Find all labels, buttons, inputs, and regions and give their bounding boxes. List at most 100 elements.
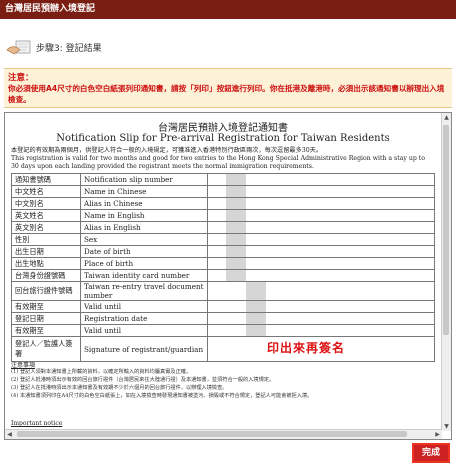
row-label-chinese: 中文姓名: [11, 185, 81, 198]
row-label-english: Taiwan identity card number: [80, 269, 208, 282]
redaction-block: [226, 198, 246, 209]
row-label-english: Alias in Chinese: [80, 197, 208, 210]
notification-slip-frame[interactable]: 台灣居民預辦入境登記通知書 Notification Slip for Pre-…: [4, 112, 452, 440]
row-label-english: Registration date: [80, 312, 208, 325]
row-value-redacted: [207, 209, 435, 222]
slip-row: 英文別名 Alias in English: [11, 221, 435, 234]
row-label-chinese: 登記日期: [11, 312, 81, 325]
row-value-redacted: [207, 233, 435, 246]
note-item: (3) 登記人在抵港時須出示本通知書及有效期不少於六個月的回台旅行證件，以辦理入…: [11, 385, 228, 391]
row-value-redacted: [207, 281, 435, 301]
redaction-block: [246, 301, 266, 312]
signature-row: 登記人／監護人簽署 Signature of registrant/guardi…: [11, 336, 435, 362]
row-label-english: Taiwan re-entry travel document number: [80, 281, 208, 301]
row-label-english: Valid until: [80, 300, 208, 313]
notification-slip: 台灣居民預辦入境登記通知書 Notification Slip for Pre-…: [5, 113, 441, 431]
redaction-block: [226, 210, 246, 221]
slip-row: 有效期至 Valid until: [11, 300, 435, 313]
row-label-english: Date of birth: [80, 245, 208, 258]
notice-title: 注意：: [8, 73, 34, 83]
row-value-redacted: [207, 300, 435, 313]
redaction-block: [246, 325, 266, 336]
row-label-chinese: 有效期至: [11, 300, 81, 313]
page-title: 台灣居民預辦入境登記: [5, 4, 96, 14]
horizontal-scroll-thumb[interactable]: [17, 431, 407, 437]
hand-writing-icon: [6, 40, 31, 55]
redaction-block: [226, 222, 246, 233]
notice-panel: 注意： 你必須使用A4尺寸的白色空白紙張列印通知書，請按「列印」按鈕進行列印。你…: [4, 68, 452, 108]
slip-row: 出生日期 Date of birth: [11, 245, 435, 258]
signature-label-english: Signature of registrant/guardian: [80, 336, 208, 362]
signature-instruction: 印出來再簽名: [267, 341, 346, 355]
row-label-chinese: 英文別名: [11, 221, 81, 234]
note-item: (1) 登記人須對本通知書上所載的資料，以確定所輸入的資料均屬真實及正確。: [11, 369, 192, 375]
important-notice-title: Important notice: [11, 420, 63, 427]
scroll-up-icon[interactable]: ▲: [442, 113, 451, 122]
slip-row: 性別 Sex: [11, 233, 435, 246]
slip-intro-english: This registration is valid for two month…: [11, 155, 425, 170]
slip-row: 通知書號碼 Notification slip number: [11, 173, 435, 186]
redaction-block: [226, 186, 246, 197]
scroll-down-icon[interactable]: ▼: [442, 422, 451, 431]
row-label-english: Notification slip number: [80, 173, 208, 186]
slip-row: 中文別名 Alias in Chinese: [11, 197, 435, 210]
note-item: (4) 本通知書須列印在A4尺寸的白色空白紙張上，如在入境檢查時發現通知書被塗污…: [11, 393, 313, 399]
row-label-chinese: 有效期至: [11, 324, 81, 337]
row-label-chinese: 英文姓名: [11, 209, 81, 222]
slip-row: 中文姓名 Name in Chinese: [11, 185, 435, 198]
redaction-block: [226, 234, 246, 245]
row-label-english: Place of birth: [80, 257, 208, 270]
notes-list: (1) 登記人須對本通知書上所載的資料，以確定所輸入的資料均屬真實及正確。 (2…: [11, 369, 435, 401]
row-label-english: Name in Chinese: [80, 185, 208, 198]
slip-title-chinese: 台灣居民預辦入境登記通知書: [158, 123, 288, 134]
redaction-block: [226, 270, 246, 281]
scroll-right-icon[interactable]: ▶: [433, 430, 442, 439]
row-label-english: Name in English: [80, 209, 208, 222]
slip-row: 回台旅行證件號碼 Taiwan re-entry travel document …: [11, 281, 435, 301]
scroll-left-icon[interactable]: ◀: [5, 430, 14, 439]
row-label-chinese: 出生日期: [11, 245, 81, 258]
slip-details-table: 通知書號碼 Notification slip number 中文姓名 Name in…: [11, 173, 435, 362]
row-value-redacted: [207, 312, 435, 325]
redaction-block: [226, 174, 246, 185]
row-label-chinese: 台灣身份證號碼: [11, 269, 81, 282]
row-value-redacted: [207, 221, 435, 234]
horizontal-scrollbar[interactable]: ◀ ▶: [5, 429, 442, 439]
note-item: (2) 登記人抵港時須出示有效的回台旅行證件（台灣居民來往大陸通行證）及本通知書…: [11, 377, 275, 383]
slip-row: 出生地點 Place of birth: [11, 257, 435, 270]
row-value-redacted: [207, 269, 435, 282]
slip-row: 登記日期 Registration date: [11, 312, 435, 325]
redaction-block: [246, 282, 266, 300]
vertical-scroll-thumb[interactable]: [443, 125, 449, 335]
row-value-redacted: [207, 245, 435, 258]
vertical-scrollbar[interactable]: ▲ ▼: [441, 113, 451, 431]
row-value-redacted: [207, 185, 435, 198]
row-value-redacted: [207, 173, 435, 186]
redaction-block: [246, 313, 266, 324]
slip-title-english: Notification Slip for Pre-arrival Regist…: [56, 133, 390, 144]
slip-intro: 本登記的有效期為兩個月，供登記人符合一般的入境規定，可獲准進入香港特別行政區兩次…: [11, 147, 433, 171]
row-label-english: Valid until: [80, 324, 208, 337]
slip-intro-chinese: 本登記的有效期為兩個月，供登記人符合一般的入境規定，可獲准進入香港特別行政區兩次…: [11, 147, 323, 154]
slip-row: 英文姓名 Name in English: [11, 209, 435, 222]
notice-text: 你必須使用A4尺寸的白色空白紙張列印通知書，請按「列印」按鈕進行列印。你在抵港及…: [8, 84, 445, 104]
row-label-chinese: 通知書號碼: [11, 173, 81, 186]
redaction-block: [226, 246, 246, 257]
redaction-block: [226, 258, 246, 269]
done-button[interactable]: 完成: [412, 443, 450, 463]
step-label: 步驟3: 登記結果: [36, 44, 102, 54]
row-label-chinese: 中文別名: [11, 197, 81, 210]
slip-row: 有效期至 Valid until: [11, 324, 435, 337]
row-label-english: Sex: [80, 233, 208, 246]
row-label-chinese: 回台旅行證件號碼: [11, 281, 81, 301]
signature-label-chinese: 登記人／監護人簽署: [11, 336, 81, 362]
slip-row: 台灣身份證號碼 Taiwan identity card number: [11, 269, 435, 282]
step-indicator: 步驟3: 登記結果: [0, 36, 456, 58]
row-label-chinese: 出生地點: [11, 257, 81, 270]
row-value-redacted: [207, 324, 435, 337]
row-value-redacted: [207, 257, 435, 270]
row-value-redacted: [207, 197, 435, 210]
page-title-bar: 台灣居民預辦入境登記: [0, 0, 456, 19]
row-label-english: Alias in English: [80, 221, 208, 234]
notes-title: 注意事項: [11, 362, 36, 369]
